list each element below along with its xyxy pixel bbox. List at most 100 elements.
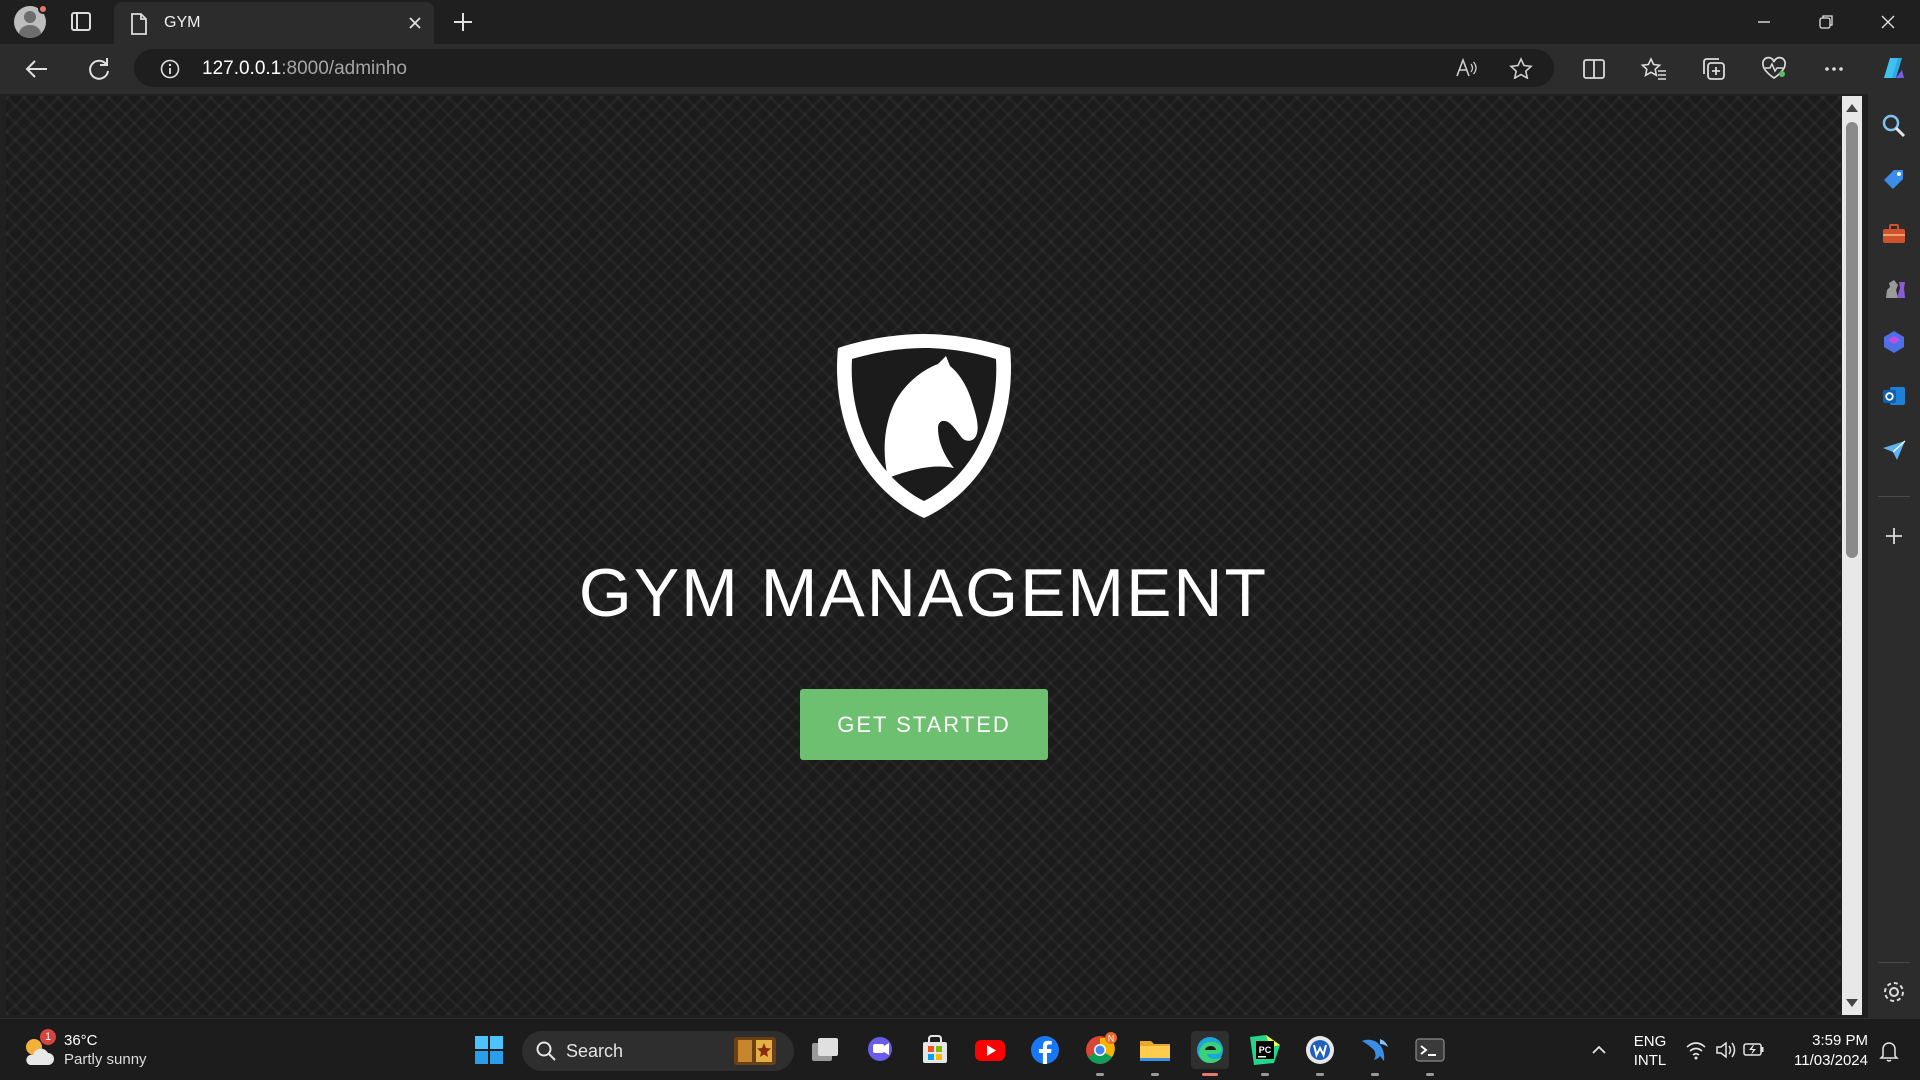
- sidebar-outlook-button[interactable]: [1880, 382, 1908, 410]
- restore-button[interactable]: [1796, 0, 1856, 44]
- plus-icon: [1886, 528, 1902, 544]
- task-view-button[interactable]: [806, 1031, 844, 1069]
- sidebar-settings-button[interactable]: [1880, 978, 1908, 1006]
- document-app-icon: [1306, 1036, 1334, 1064]
- weather-widget[interactable]: 1 36°C Partly sunny: [20, 1029, 170, 1073]
- split-screen-button[interactable]: [1580, 56, 1608, 82]
- language-code: ENG: [1633, 1033, 1667, 1050]
- taskbar-wordpad-app[interactable]: [1301, 1031, 1339, 1076]
- favorites-button[interactable]: [1640, 56, 1668, 82]
- browser-essentials-button[interactable]: [1760, 56, 1788, 82]
- taskbar-clock[interactable]: 3:59 PM 11/03/2024: [1784, 1031, 1868, 1071]
- site-info-icon[interactable]: [160, 59, 180, 79]
- collections-button[interactable]: [1700, 56, 1728, 82]
- chat-icon: [868, 1037, 892, 1061]
- profile-avatar[interactable]: [12, 4, 48, 40]
- bell-icon: [1879, 1042, 1899, 1062]
- navigation-bar: 127.0.0.1:8000/adminho: [0, 44, 1920, 94]
- get-started-button[interactable]: GET STARTED: [800, 689, 1048, 760]
- start-button[interactable]: [470, 1031, 508, 1069]
- more-options-button[interactable]: [1820, 56, 1848, 82]
- read-aloud-button[interactable]: [1454, 57, 1478, 79]
- outlook-icon: [1883, 387, 1905, 405]
- sidebar-copilot-app-button[interactable]: [1880, 328, 1908, 356]
- taskbar-store-app[interactable]: [916, 1031, 954, 1069]
- keyboard-layout: INTL: [1633, 1052, 1667, 1069]
- search-icon: [1882, 114, 1906, 138]
- clock-date: 11/03/2024: [1794, 1052, 1868, 1069]
- taskbar-edge-app[interactable]: [1191, 1031, 1229, 1076]
- chrome-icon: N: [1086, 1032, 1117, 1064]
- notifications-button[interactable]: [1874, 1031, 1904, 1069]
- page-viewport: GYM MANAGEMENT GET STARTED: [6, 96, 1841, 1015]
- svg-text:PC: PC: [1259, 1045, 1272, 1055]
- weather-temperature: 36°C: [64, 1032, 98, 1049]
- system-tray-quick-settings[interactable]: [1684, 1031, 1768, 1069]
- sidebar-games-button[interactable]: [1880, 274, 1908, 302]
- dolphin-icon: [1362, 1039, 1388, 1061]
- url-path: :8000/adminho: [281, 58, 407, 79]
- taskbar-file-explorer-app[interactable]: [1136, 1031, 1174, 1076]
- minimize-button[interactable]: [1734, 0, 1794, 44]
- plus-icon: [454, 13, 472, 31]
- weather-badge: 1: [40, 1029, 56, 1045]
- gear-icon: [1884, 982, 1904, 1002]
- page-scrollbar[interactable]: [1842, 96, 1862, 1015]
- taskbar-pycharm-app[interactable]: PC: [1246, 1031, 1284, 1076]
- close-window-button[interactable]: [1858, 0, 1918, 44]
- running-indicator: [1261, 1073, 1269, 1076]
- sidebar-send-button[interactable]: [1880, 436, 1908, 464]
- windows-taskbar: 1 36°C Partly sunny Search N PC ENG INTL…: [0, 1018, 1920, 1080]
- heart-pulse-icon: [1762, 56, 1786, 80]
- taskbar-facebook-app[interactable]: [1026, 1031, 1064, 1069]
- sidebar-tools-button[interactable]: [1880, 220, 1908, 248]
- taskbar-chat-app[interactable]: [861, 1031, 899, 1069]
- tab-actions-button[interactable]: [66, 8, 96, 36]
- taskbar-chrome-app[interactable]: N: [1081, 1031, 1119, 1076]
- refresh-button[interactable]: [84, 55, 114, 83]
- battery-charging-icon: [1743, 1043, 1764, 1056]
- taskbar-youtube-app[interactable]: [971, 1031, 1009, 1069]
- sidebar-shopping-button[interactable]: [1880, 166, 1908, 194]
- terminal-icon: [1415, 1038, 1445, 1062]
- split-screen-icon: [1583, 59, 1605, 79]
- url-host: 127.0.0.1: [202, 58, 282, 79]
- refresh-icon: [89, 58, 109, 80]
- paper-plane-icon: [1883, 440, 1906, 460]
- language-indicator[interactable]: ENG INTL: [1624, 1032, 1676, 1070]
- taskbar-search-box[interactable]: Search: [522, 1031, 794, 1071]
- url-text[interactable]: 127.0.0.1:8000/adminho: [202, 58, 407, 80]
- profile-notification-dot: [38, 4, 48, 14]
- scrollbar-thumb[interactable]: [1846, 122, 1858, 558]
- tab-gym[interactable]: GYM: [114, 2, 434, 44]
- edge-sidebar: [1868, 94, 1920, 1018]
- taskbar-mysql-app[interactable]: [1356, 1031, 1394, 1076]
- scroll-down-arrow-icon[interactable]: [1846, 999, 1858, 1007]
- shopping-tag-icon: [1884, 170, 1903, 189]
- sidebar-add-button[interactable]: [1880, 522, 1908, 550]
- new-tab-button[interactable]: [448, 8, 478, 36]
- task-view-icon: [812, 1038, 838, 1061]
- favorites-icon: [1640, 57, 1666, 80]
- taskbar-terminal-app[interactable]: [1411, 1031, 1449, 1076]
- volume-icon: [1716, 1041, 1736, 1059]
- chrome-badge: N: [1108, 1034, 1115, 1044]
- store-bag-icon: [923, 1035, 947, 1063]
- running-indicator: [1202, 1073, 1218, 1076]
- copilot-button[interactable]: [1876, 52, 1910, 86]
- favorite-star-button[interactable]: [1509, 57, 1533, 80]
- search-icon: [536, 1041, 556, 1061]
- edge-icon: [1197, 1037, 1223, 1063]
- back-button[interactable]: [22, 55, 52, 83]
- tab-title: GYM: [164, 14, 201, 31]
- windows-logo-icon: [475, 1036, 503, 1064]
- scroll-up-arrow-icon[interactable]: [1846, 104, 1858, 112]
- restore-icon: [1819, 15, 1833, 29]
- tab-actions-icon: [71, 12, 91, 31]
- page-icon: [131, 13, 147, 35]
- collections-icon: [1703, 58, 1725, 80]
- sidebar-search-button[interactable]: [1880, 112, 1908, 140]
- show-hidden-icons-button[interactable]: [1584, 1031, 1614, 1069]
- address-bar[interactable]: 127.0.0.1:8000/adminho: [134, 49, 1554, 87]
- tab-close-button[interactable]: [402, 10, 428, 36]
